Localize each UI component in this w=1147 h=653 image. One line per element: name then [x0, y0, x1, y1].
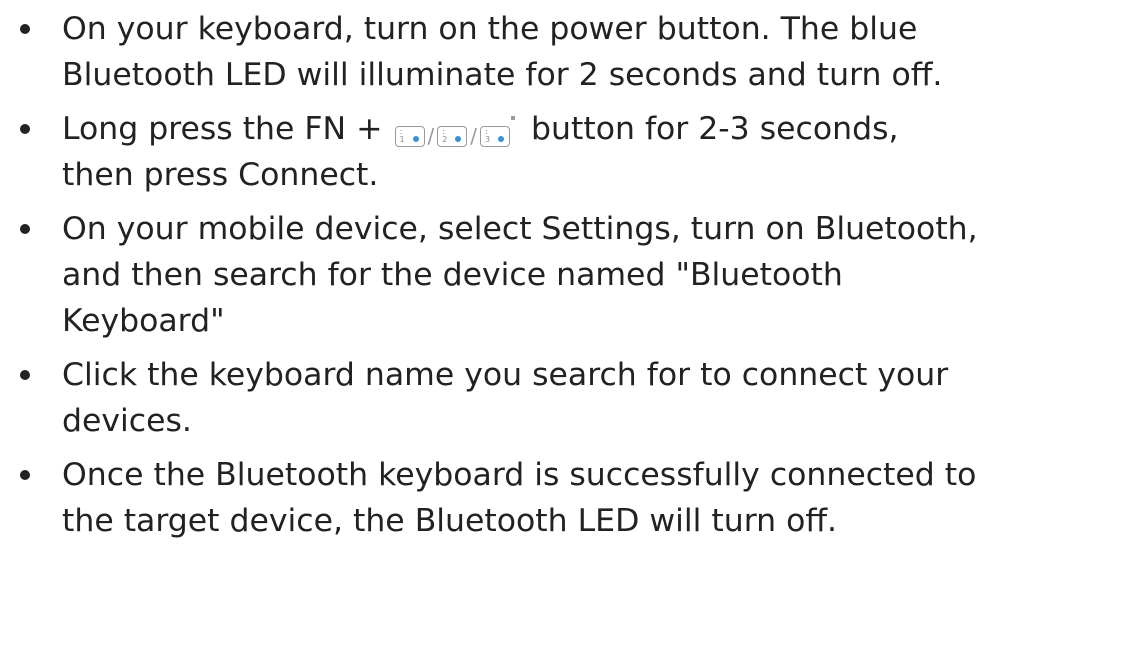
instruction-step-1: On your keyboard, turn on the power butt…	[20, 6, 1140, 98]
step-text-line: On your mobile device, select Settings, …	[62, 211, 978, 247]
step-text-line: Once the Bluetooth keyboard is successfu…	[62, 457, 977, 493]
bluetooth-channel-1-key-icon: :1	[394, 125, 425, 147]
bullet-icon	[20, 370, 30, 380]
step-text-line: On your keyboard, turn on the power butt…	[62, 11, 918, 47]
led-dot-icon	[455, 135, 462, 142]
key-number: 3	[485, 134, 491, 144]
key-tick-mark	[511, 116, 516, 120]
channel-keys-group: :1/:2/:3	[394, 112, 516, 148]
key-number: 2	[442, 134, 448, 144]
step-text-line: Long press the FN +:1/:2/:3 button for 2…	[62, 106, 1140, 152]
step-text-line: Click the keyboard name you search for t…	[62, 357, 949, 393]
step-text-line: devices.	[62, 403, 192, 439]
key-separator: /	[470, 124, 478, 148]
bullet-icon	[20, 470, 30, 480]
led-dot-icon	[412, 135, 419, 142]
instruction-step-4: Click the keyboard name you search for t…	[20, 352, 1140, 444]
bluetooth-channel-2-key-icon: :2	[437, 125, 468, 147]
step-text-line: Keyboard"	[62, 303, 225, 339]
bullet-icon	[20, 24, 30, 34]
step-text-line: then press Connect.	[62, 157, 379, 193]
instruction-step-5: Once the Bluetooth keyboard is successfu…	[20, 452, 1140, 544]
instruction-step-2: Long press the FN +:1/:2/:3 button for 2…	[20, 106, 1140, 198]
led-dot-icon	[498, 135, 505, 142]
step-text-line: Bluetooth LED will illuminate for 2 seco…	[62, 57, 943, 93]
bullet-icon	[20, 224, 30, 234]
step-text-line: and then search for the device named "Bl…	[62, 257, 843, 293]
key-separator: /	[427, 124, 435, 148]
step-text-fragment: Long press the FN +	[62, 111, 383, 147]
bluetooth-channel-3-key-icon: :3	[480, 125, 511, 147]
key-number: 1	[399, 134, 405, 144]
step-text-fragment: button for 2-3 seconds,	[531, 111, 899, 147]
step-text-line: the target device, the Bluetooth LED wil…	[62, 503, 838, 539]
instruction-list: On your keyboard, turn on the power butt…	[20, 6, 1140, 552]
bullet-icon	[20, 124, 30, 134]
instruction-step-3: On your mobile device, select Settings, …	[20, 206, 1140, 344]
